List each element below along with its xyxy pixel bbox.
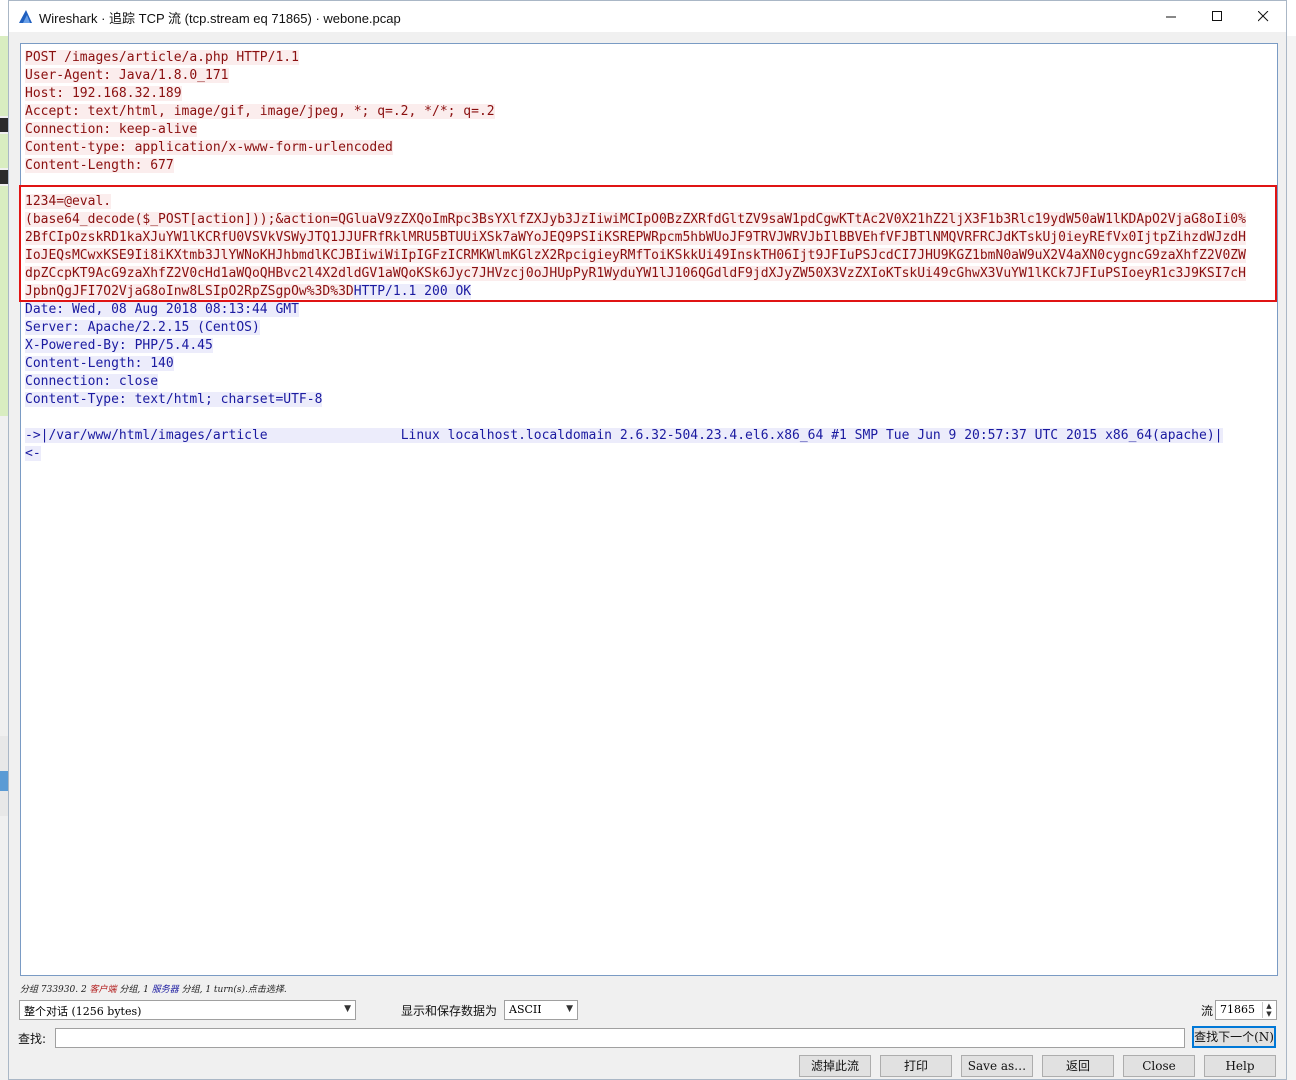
client-text: User-Agent: Java/1.8.0_171 (25, 68, 229, 83)
client-text: dpZCcpKT9AcG9zaXhfZ2V0cHd1aWQoQHBvc2l4X2… (25, 266, 1246, 281)
client-text: JpbnQgJFI7O2VjaG8oInw8LSIpO2RpZSgpOw%3D%… (25, 284, 354, 299)
maximize-button[interactable] (1194, 1, 1240, 32)
stream-line: 1234=@eval. (25, 193, 1246, 211)
background-window-right-edge (1286, 36, 1296, 1080)
client-text: Host: 192.168.32.189 (25, 86, 182, 101)
client-text: Content-Length: 677 (25, 158, 174, 173)
stream-line (25, 409, 1246, 427)
client-text: 1234=@eval. (25, 194, 112, 209)
stream-line: Date: Wed, 08 Aug 2018 08:13:44 GMT (25, 301, 1246, 319)
stream-line: <- (25, 445, 1246, 463)
server-text: Connection: close (25, 374, 159, 389)
server-text: HTTP/1.1 200 OK (353, 284, 472, 299)
server-text: X-Powered-By: PHP/5.4.45 (25, 338, 213, 353)
stream-line: JpbnQgJFI7O2VjaG8oInw8LSIpO2RpZSgpOw%3D%… (25, 283, 1246, 301)
stream-line: 2BfCIpOzskRD1kaXJuYW1lKCRfU0VSVkVSWyJTQ1… (25, 229, 1246, 247)
server-text: Content-Type: text/html; charset=UTF-8 (25, 392, 323, 407)
stream-line: dpZCcpKT9AcG9zaXhfZ2V0cHd1aWQoQHBvc2l4X2… (25, 265, 1246, 283)
show-as-select[interactable]: ASCII ▼ (504, 1000, 578, 1020)
client-text: POST /images/article/a.php HTTP/1.1 (25, 50, 299, 65)
stream-line: Server: Apache/2.2.15 (CentOS) (25, 319, 1246, 337)
wireshark-fin-icon (19, 10, 32, 23)
help-button[interactable]: Help (1204, 1055, 1276, 1077)
title-bar: Wireshark · 追踪 TCP 流 (tcp.stream eq 7186… (9, 1, 1286, 32)
window-title: Wireshark · 追踪 TCP 流 (tcp.stream eq 7186… (39, 11, 401, 26)
close-icon (1257, 11, 1268, 22)
stream-line: Content-Length: 677 (25, 157, 1246, 175)
close-window-button[interactable] (1240, 1, 1286, 32)
stream-text: POST /images/article/a.php HTTP/1.1 User-… (25, 49, 1246, 463)
print-button[interactable]: 打印 (880, 1055, 952, 1077)
chevron-down-icon: ▼ (566, 1004, 573, 1014)
show-as-label: 显示和保存数据为 (401, 1004, 498, 1018)
server-text: ->|/var/www/html/images/article Linux lo… (25, 428, 1223, 443)
stream-line (25, 175, 1246, 193)
stream-line: POST /images/article/a.php HTTP/1.1 (25, 49, 1246, 67)
stream-line: Connection: close (25, 373, 1246, 391)
chevron-down-icon: ▼ (344, 1004, 351, 1014)
client-text: IoJEQsMCwxKSE9Ii8iKXtmb3JlYWNoKHJhbmdlKC… (25, 248, 1246, 263)
stream-label: 流 (1201, 1004, 1214, 1018)
client-text: Connection: keep-alive (25, 122, 198, 137)
client-text: Content-type: application/x-www-form-url… (25, 140, 393, 155)
minimize-icon (1165, 16, 1176, 18)
find-next-button[interactable]: 查找下一个(N) (1192, 1026, 1276, 1048)
stream-number-spinbox[interactable]: 71865 ▲ ▼ (1215, 1000, 1277, 1020)
follow-tcp-stream-window: Wireshark · 追踪 TCP 流 (tcp.stream eq 7186… (8, 0, 1287, 1080)
stream-line: Accept: text/html, image/gif, image/jpeg… (25, 103, 1246, 121)
save-as-button[interactable]: Save as… (961, 1055, 1033, 1077)
server-link[interactable]: 服务器 (152, 985, 179, 995)
stream-line: User-Agent: Java/1.8.0_171 (25, 67, 1246, 85)
stream-line: Content-type: application/x-www-form-url… (25, 139, 1246, 157)
server-text: Server: Apache/2.2.15 (CentOS) (25, 320, 260, 335)
back-button[interactable]: 返回 (1042, 1055, 1114, 1077)
client-text: Accept: text/html, image/gif, image/jpeg… (25, 104, 495, 119)
spin-arrows-icon[interactable]: ▲ ▼ (1262, 1002, 1275, 1018)
find-label: 查找: (18, 1032, 47, 1046)
stream-line: X-Powered-By: PHP/5.4.45 (25, 337, 1246, 355)
conversation-select[interactable]: 整个对话 (1256 bytes) ▼ (19, 1000, 356, 1020)
server-text: Date: Wed, 08 Aug 2018 08:13:44 GMT (25, 302, 299, 317)
stream-line: IoJEQsMCwxKSE9Ii8iKXtmb3JlYWNoKHJhbmdlKC… (25, 247, 1246, 265)
client-text: (base64_decode($_POST[action]));&action=… (25, 212, 1246, 227)
minimize-button[interactable] (1148, 1, 1194, 32)
background-window-left-edge (0, 36, 8, 1080)
client-link[interactable]: 客户端 (90, 985, 117, 995)
server-text: <- (25, 446, 41, 461)
stream-line: Host: 192.168.32.189 (25, 85, 1246, 103)
stream-line: Content-Type: text/html; charset=UTF-8 (25, 391, 1246, 409)
client-text: 2BfCIpOzskRD1kaXJuYW1lKCRfU0VSVkVSWyJTQ1… (25, 230, 1246, 245)
stream-line: Content-Length: 140 (25, 355, 1246, 373)
stream-line: ->|/var/www/html/images/article Linux lo… (25, 427, 1246, 445)
find-input[interactable] (55, 1028, 1185, 1048)
filter-out-button[interactable]: 滤掉此流 (799, 1055, 871, 1077)
stream-content-pane[interactable]: POST /images/article/a.php HTTP/1.1 User-… (20, 43, 1278, 976)
close-button[interactable]: Close (1123, 1055, 1195, 1077)
stream-line: (base64_decode($_POST[action]));&action=… (25, 211, 1246, 229)
stream-line: Connection: keep-alive (25, 121, 1246, 139)
maximize-icon (1211, 11, 1222, 21)
server-text: Content-Length: 140 (25, 356, 174, 371)
stream-summary: 分组 733930. 2 客户端 分组, 1 服务器 分组, 1 turn(s)… (20, 985, 287, 995)
